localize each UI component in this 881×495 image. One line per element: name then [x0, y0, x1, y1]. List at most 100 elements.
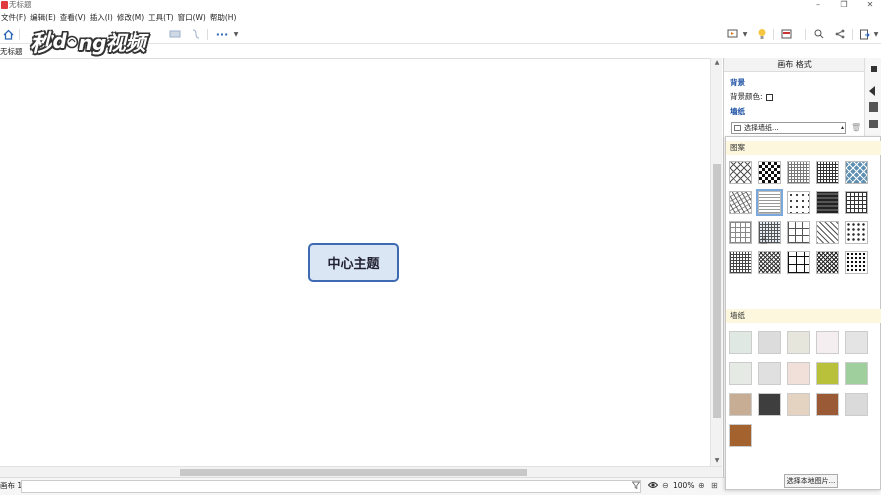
pattern-swatch[interactable]	[756, 189, 783, 216]
menu-edit[interactable]: 编辑(E)	[29, 11, 58, 24]
menu-insert[interactable]: 插入(I)	[89, 11, 115, 24]
boundary-icon[interactable]	[190, 27, 202, 41]
scroll-up-icon[interactable]: ▲	[711, 58, 723, 68]
image-icon	[734, 125, 741, 131]
hand-cursor-icon: ☝	[760, 233, 768, 247]
pattern-swatch[interactable]	[729, 251, 752, 274]
menu-view[interactable]: 查看(V)	[59, 11, 88, 24]
wallpaper-swatch[interactable]	[787, 393, 810, 416]
icon-library-icon[interactable]	[869, 120, 878, 128]
menu-window[interactable]: 窗口(W)	[177, 11, 208, 24]
pattern-swatch[interactable]	[816, 191, 839, 214]
side-tool-strip	[864, 58, 881, 136]
menu-modify[interactable]: 修改(M)	[116, 11, 146, 24]
background-section-title: 背景	[730, 78, 745, 87]
background-color-swatch[interactable]	[765, 93, 773, 101]
wallpaper-select[interactable]: 选择墙纸... ▴	[731, 122, 846, 134]
chevron-down-icon[interactable]: ▼	[232, 27, 240, 41]
patterns-section-title: 图案	[726, 141, 881, 155]
pattern-swatch[interactable]	[787, 221, 810, 244]
menu-file[interactable]: 文件(F)	[0, 11, 28, 24]
pattern-swatch[interactable]	[845, 161, 868, 184]
pattern-swatch[interactable]	[729, 191, 752, 214]
pattern-swatch[interactable]	[816, 161, 839, 184]
vertical-scroll-thumb[interactable]	[713, 164, 721, 418]
pattern-swatch[interactable]	[758, 161, 781, 184]
export-icon[interactable]	[857, 27, 871, 41]
zoom-out-icon[interactable]: ⊖	[662, 481, 669, 491]
pattern-swatch[interactable]	[758, 251, 781, 274]
wallpaper-swatch[interactable]	[787, 331, 810, 354]
zoom-level: 100%	[673, 481, 695, 490]
format-icon[interactable]	[869, 102, 878, 112]
toolbar-separator	[207, 29, 208, 40]
wallpaper-swatch[interactable]	[816, 362, 839, 385]
wallpaper-picker-popup: 图案 墙纸 选择本地图片...	[725, 136, 881, 490]
pattern-swatch[interactable]	[729, 161, 752, 184]
menu-tools[interactable]: 工具(T)	[147, 11, 175, 24]
wallpaper-swatch[interactable]	[758, 393, 781, 416]
search-icon[interactable]	[812, 27, 826, 41]
zoom-in-icon[interactable]: ⊕	[698, 481, 705, 491]
menu-help[interactable]: 帮助(H)	[209, 11, 239, 24]
pattern-swatch[interactable]	[845, 251, 868, 274]
wallpaper-swatch[interactable]	[845, 331, 868, 354]
watermark-text: 秒	[30, 31, 53, 57]
filter-icon[interactable]	[631, 481, 641, 492]
toolbar-separator	[773, 29, 774, 40]
scroll-down-icon[interactable]: ▼	[711, 456, 723, 466]
wallpaper-select-label: 选择墙纸...	[744, 124, 779, 132]
home-icon[interactable]	[2, 27, 14, 41]
wallpaper-swatch[interactable]	[729, 424, 752, 447]
pattern-swatch[interactable]	[787, 251, 810, 274]
pattern-swatch[interactable]	[845, 191, 868, 214]
wallpaper-swatch[interactable]	[845, 362, 868, 385]
wallpaper-swatch[interactable]	[729, 362, 752, 385]
chevron-down-icon[interactable]: ▼	[741, 27, 749, 41]
central-topic[interactable]: 中心主题	[308, 243, 399, 282]
chevron-down-icon[interactable]: ▼	[872, 27, 880, 41]
window-title: 无标题	[9, 0, 32, 9]
wallpaper-swatch[interactable]	[816, 331, 839, 354]
eye-icon[interactable]	[647, 481, 659, 492]
idea-icon[interactable]	[755, 27, 769, 41]
wallpaper-swatch[interactable]	[816, 393, 839, 416]
wallpaper-swatch[interactable]	[758, 362, 781, 385]
sheet-tab-strip	[21, 480, 641, 493]
view-icon[interactable]	[779, 27, 793, 41]
sheet-tab[interactable]: 画布 1	[0, 481, 22, 491]
relationship-icon[interactable]	[168, 27, 182, 41]
horizontal-scrollbar[interactable]	[0, 466, 722, 477]
restore-icon[interactable]: ❐	[831, 0, 857, 10]
minimize-icon[interactable]: –	[805, 0, 831, 10]
horizontal-scroll-thumb[interactable]	[180, 469, 527, 476]
collapse-icon[interactable]	[871, 66, 877, 72]
select-local-image-button[interactable]: 选择本地图片...	[784, 474, 838, 488]
document-tab[interactable]: 无标题	[0, 47, 23, 57]
spinner-icon[interactable]: ▴	[841, 123, 844, 133]
share-icon[interactable]	[833, 27, 847, 41]
trash-icon[interactable]: 🗑	[851, 123, 861, 133]
close-icon[interactable]: ✕	[857, 0, 881, 10]
wallpaper-swatch[interactable]	[729, 393, 752, 416]
wallpaper-swatch[interactable]	[845, 393, 868, 416]
present-icon[interactable]	[725, 27, 739, 41]
watermark-text: d	[52, 29, 67, 53]
panel-toggle-icon[interactable]	[869, 86, 875, 96]
pattern-swatch[interactable]	[816, 251, 839, 274]
wallpaper-swatch[interactable]	[758, 331, 781, 354]
more-icon[interactable]: ···	[215, 27, 229, 41]
fit-window-icon[interactable]: ⊞	[711, 481, 718, 491]
pattern-swatch[interactable]	[729, 221, 752, 244]
watermark-logo: 秒 d ng视频	[30, 24, 145, 58]
background-color-label: 背景颜色:	[730, 92, 763, 101]
wallpaper-swatch[interactable]	[787, 362, 810, 385]
pattern-swatch[interactable]	[787, 161, 810, 184]
pattern-swatch[interactable]	[816, 221, 839, 244]
app-icon	[1, 1, 8, 9]
pattern-swatch[interactable]	[845, 221, 868, 244]
pattern-swatch[interactable]	[787, 191, 810, 214]
vertical-scrollbar[interactable]: ▲ ▼	[710, 58, 722, 466]
panel-title: 画布 格式	[724, 58, 865, 72]
wallpaper-swatch[interactable]	[729, 331, 752, 354]
